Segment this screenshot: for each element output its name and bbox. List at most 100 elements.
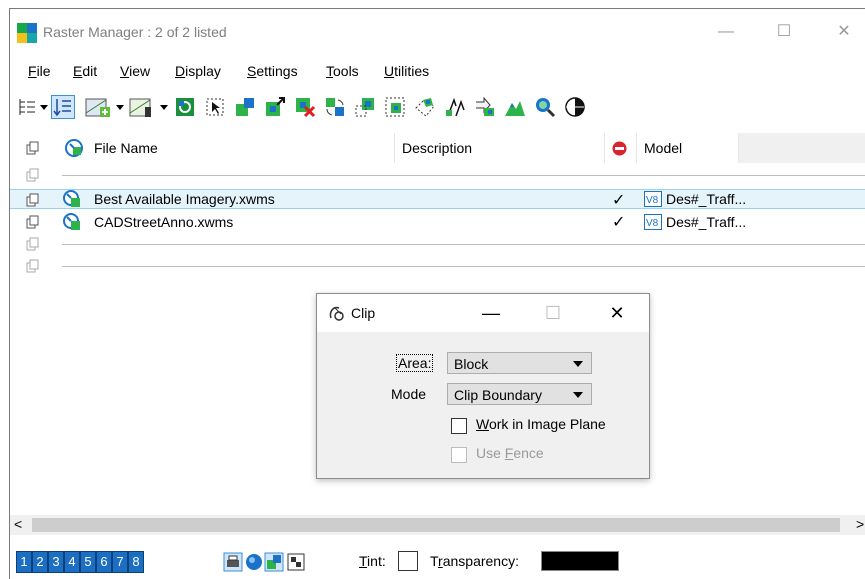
menu-file[interactable]: File — [28, 63, 51, 79]
header-model[interactable]: Model — [644, 133, 682, 163]
table-row[interactable]: CADStreetAnno.xwms ✓ V8 Des#_Traff... — [10, 212, 865, 232]
merge-raster-icon[interactable] — [354, 96, 376, 118]
view-attributes-icon[interactable] — [286, 552, 306, 572]
title-bar: Raster Manager : 2 of 2 listed — ☐ ✕ — [10, 9, 865, 55]
display-check[interactable]: ✓ — [612, 212, 625, 232]
svg-text:V8: V8 — [646, 218, 659, 229]
mode-select-value: Clip Boundary — [454, 387, 542, 403]
display-globe-icon[interactable] — [244, 552, 264, 572]
georeference-icon[interactable] — [474, 96, 496, 118]
view-8-button[interactable]: 8 — [128, 551, 144, 573]
chevron-down-icon — [573, 361, 583, 367]
transparency-label: Transparency: — [430, 553, 519, 569]
raster-view-icon[interactable] — [264, 552, 284, 572]
area-select[interactable]: Block — [447, 352, 592, 374]
copy-icon — [26, 259, 39, 273]
work-in-image-plane-label: Work in Image Plane — [476, 416, 606, 432]
dialog-minimize-button[interactable]: — — [475, 300, 507, 326]
display-off-icon[interactable] — [612, 141, 627, 156]
warp-raster-icon[interactable] — [414, 96, 436, 118]
mode-label: Mode — [391, 386, 427, 402]
horizontal-scrollbar[interactable]: < > — [10, 515, 865, 535]
v8-model-icon: V8 — [644, 191, 662, 207]
menu-display[interactable]: Display — [175, 63, 221, 79]
copy-icon — [26, 141, 39, 155]
dialog-maximize-button[interactable]: ☐ — [537, 300, 569, 326]
scroll-thumb[interactable] — [32, 518, 840, 532]
view-4-button[interactable]: 4 — [64, 551, 80, 573]
attach-raster-icon[interactable] — [84, 96, 112, 118]
view-5-button[interactable]: 5 — [80, 551, 96, 573]
menu-utilities[interactable]: Utilities — [384, 63, 429, 79]
refresh-raster-icon[interactable] — [174, 96, 196, 118]
menu-settings[interactable]: Settings — [247, 63, 298, 79]
attach-dropdown-icon[interactable] — [116, 105, 124, 110]
use-fence-checkbox[interactable] — [451, 447, 467, 463]
view-2-button[interactable]: 2 — [32, 551, 48, 573]
menu-tools[interactable]: Tools — [326, 63, 359, 79]
mode-select[interactable]: Clip Boundary — [447, 383, 592, 405]
transform-raster-icon[interactable] — [444, 96, 466, 118]
empty-row-line — [62, 244, 865, 245]
model-cell: Des#_Traff... — [666, 214, 747, 230]
window-title: Raster Manager : 2 of 2 listed — [43, 24, 227, 40]
work-in-image-plane-checkbox[interactable] — [451, 418, 467, 434]
empty-row-line — [62, 266, 865, 267]
svg-text:V8: V8 — [646, 195, 659, 206]
attach-options-dropdown-icon[interactable] — [160, 105, 168, 110]
tint-color-swatch[interactable] — [398, 551, 418, 571]
raster-attached-icon — [63, 213, 80, 230]
attach-options-icon[interactable] — [128, 96, 156, 118]
file-name-cell: Best Available Imagery.xwms — [94, 191, 275, 207]
list-item-empty — [10, 256, 865, 276]
v8-model-icon: V8 — [644, 214, 662, 230]
tint-label: Tint: — [359, 553, 386, 569]
grid-header: File Name Description Model — [10, 133, 865, 163]
status-bar: 1 2 3 4 5 6 7 8 Tint: Transparency: — [10, 543, 865, 579]
tree-view-icon[interactable] — [16, 96, 38, 118]
globe-icon[interactable] — [564, 96, 586, 118]
sort-list-icon[interactable] — [51, 95, 75, 119]
transparency-slider[interactable] — [541, 551, 619, 571]
zoom-raster-icon[interactable] — [534, 96, 556, 118]
clip-dialog: Clip — ☐ ✕ Area: Block Mode Clip Boundar… — [316, 293, 650, 479]
raster-manager-app-icon — [17, 23, 37, 43]
view-6-button[interactable]: 6 — [96, 551, 112, 573]
menu-edit[interactable]: Edit — [73, 63, 97, 79]
empty-row-line — [62, 175, 865, 176]
header-description[interactable]: Description — [402, 133, 472, 163]
export-raster-icon[interactable] — [264, 96, 286, 118]
area-select-value: Block — [454, 356, 489, 372]
terrain-icon[interactable] — [504, 96, 526, 118]
print-icon[interactable] — [223, 552, 243, 572]
use-fence-label: Use Fence — [476, 445, 544, 461]
maximize-button[interactable]: ☐ — [768, 19, 800, 45]
display-check[interactable]: ✓ — [612, 190, 625, 210]
table-row[interactable]: Best Available Imagery.xwms ✓ V8 Des#_Tr… — [10, 189, 865, 209]
view-3-button[interactable]: 3 — [48, 551, 64, 573]
tree-view-dropdown-icon[interactable] — [40, 105, 48, 110]
raster-green-icon[interactable] — [234, 96, 256, 118]
scroll-right-arrow[interactable]: > — [856, 516, 864, 532]
dialog-close-button[interactable]: ✕ — [601, 300, 633, 326]
list-item-empty — [10, 165, 865, 185]
scroll-left-arrow[interactable]: < — [14, 516, 22, 532]
clip-tool-icon — [329, 306, 344, 321]
copy-icon — [26, 193, 39, 207]
close-button[interactable]: ✕ — [828, 19, 860, 45]
copy-icon — [26, 168, 39, 182]
view-1-button[interactable]: 1 — [16, 551, 32, 573]
copy-icon — [26, 237, 39, 251]
swap-raster-icon[interactable] — [324, 96, 346, 118]
detach-raster-icon[interactable] — [294, 96, 316, 118]
clip-raster-icon[interactable] — [384, 96, 406, 118]
area-label: Area: — [395, 354, 434, 372]
view-7-button[interactable]: 7 — [112, 551, 128, 573]
header-file-name[interactable]: File Name — [94, 133, 158, 163]
menu-view[interactable]: View — [120, 63, 150, 79]
dialog-title: Clip — [351, 305, 376, 321]
list-item-empty — [10, 234, 865, 254]
minimize-button[interactable]: — — [710, 19, 742, 45]
file-name-cell: CADStreetAnno.xwms — [94, 214, 234, 230]
select-raster-icon[interactable] — [204, 96, 226, 118]
